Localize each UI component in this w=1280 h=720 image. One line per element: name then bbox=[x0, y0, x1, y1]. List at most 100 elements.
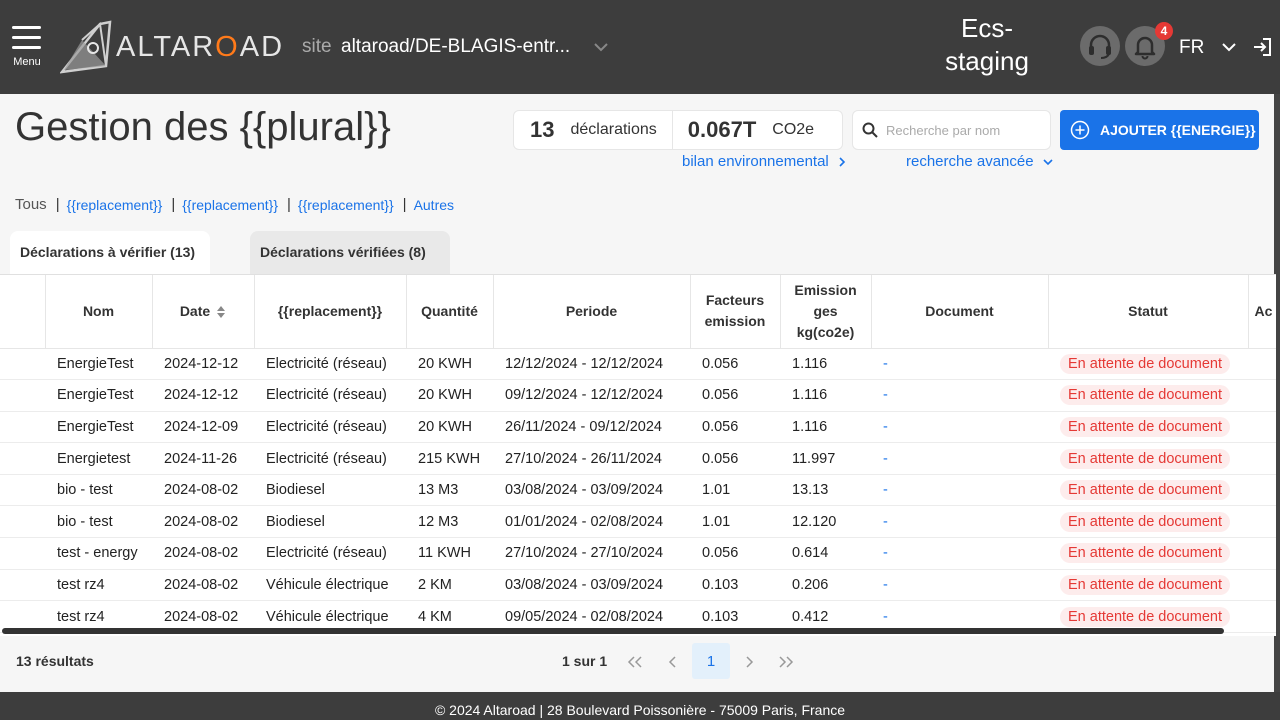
add-energy-button[interactable]: AJOUTER {{ENERGIE}} bbox=[1060, 110, 1259, 150]
table-row[interactable]: bio - test 2024-08-02 Biodiesel 12 M3 01/01/… bbox=[0, 505, 1276, 539]
cell-emission: 1.116 bbox=[780, 411, 871, 444]
filter-replacement-1[interactable]: {{replacement}} bbox=[67, 197, 163, 213]
column-date[interactable]: Date bbox=[152, 275, 255, 349]
filter-all[interactable]: Tous bbox=[15, 196, 47, 213]
chevron-down-icon[interactable] bbox=[1220, 38, 1238, 56]
cell-document[interactable]: - bbox=[871, 411, 1048, 444]
cell-document[interactable]: - bbox=[871, 569, 1048, 602]
row-actions-cell[interactable] bbox=[1248, 600, 1276, 633]
cell-document[interactable]: - bbox=[871, 505, 1048, 539]
double-chevron-right-icon bbox=[779, 656, 794, 668]
cell-statut: En attente de document bbox=[1048, 537, 1248, 570]
first-page-button[interactable] bbox=[617, 644, 653, 680]
add-button-label: AJOUTER {{ENERGIE}} bbox=[1100, 122, 1256, 138]
cell-document[interactable]: - bbox=[871, 348, 1048, 381]
cell-statut: En attente de document bbox=[1048, 569, 1248, 602]
row-actions-cell[interactable] bbox=[1248, 411, 1276, 444]
table-row[interactable]: test rz4 2024-08-02 Véhicule électrique 2 K… bbox=[0, 569, 1276, 602]
page-title: Gestion des {{plural}} bbox=[15, 105, 391, 149]
co2-total: 0.067T bbox=[687, 117, 757, 142]
cell-document[interactable]: - bbox=[871, 537, 1048, 570]
cell-date: 2024-08-02 bbox=[152, 537, 254, 570]
next-page-button[interactable] bbox=[731, 644, 767, 680]
cell-periode: 12/12/2024 - 12/12/2024 bbox=[493, 348, 690, 381]
chevron-left-icon bbox=[668, 656, 676, 668]
cell-facteur: 1.01 bbox=[690, 474, 780, 507]
cell-date: 2024-12-12 bbox=[152, 379, 254, 412]
column-emission-ges[interactable]: Emission ges kg(co2e) bbox=[780, 275, 872, 349]
table-row[interactable]: EnergieTest 2024-12-09 Electricité (réseau… bbox=[0, 411, 1276, 444]
environmental-report-link[interactable]: bilan environnemental bbox=[682, 153, 847, 170]
altaroad-logo[interactable]: ALTAROAD bbox=[60, 20, 284, 74]
cell-replacement: Biodiesel bbox=[254, 505, 406, 539]
previous-page-button[interactable] bbox=[655, 644, 691, 680]
cell-replacement: Electricité (réseau) bbox=[254, 537, 406, 570]
cell-replacement: Véhicule électrique bbox=[254, 569, 406, 602]
row-actions-cell[interactable] bbox=[1248, 474, 1276, 507]
filter-separator: | bbox=[171, 196, 176, 213]
cell-facteur: 0.056 bbox=[690, 537, 780, 570]
column-nom[interactable]: Nom bbox=[45, 275, 153, 349]
horizontal-scrollbar[interactable] bbox=[2, 628, 1224, 634]
last-page-button[interactable] bbox=[768, 644, 804, 680]
chevron-down-icon[interactable] bbox=[592, 38, 610, 56]
cell-date: 2024-11-26 bbox=[152, 442, 254, 475]
cell-document[interactable]: - bbox=[871, 474, 1048, 507]
sort-icon[interactable] bbox=[216, 305, 226, 319]
status-badge: En attente de document bbox=[1060, 511, 1230, 532]
chevron-right-icon bbox=[839, 156, 845, 167]
cell-nom: Energietest bbox=[45, 442, 152, 475]
language-selector[interactable]: FR bbox=[1179, 37, 1204, 59]
table-row[interactable]: bio - test 2024-08-02 Biodiesel 13 M3 03/08/… bbox=[0, 474, 1276, 507]
declarations-table: Nom Date {{replacement}} Quantité Period… bbox=[0, 274, 1276, 636]
row-actions-cell[interactable] bbox=[1248, 348, 1276, 381]
cell-document[interactable]: - bbox=[871, 379, 1048, 412]
environment-label: Ecs-staging bbox=[945, 13, 1029, 76]
menu-button[interactable]: Menu bbox=[12, 26, 42, 68]
cell-periode: 09/12/2024 - 12/12/2024 bbox=[493, 379, 690, 412]
filter-replacement-2[interactable]: {{replacement}} bbox=[182, 197, 278, 213]
cell-nom: EnergieTest bbox=[45, 348, 152, 381]
cell-statut: En attente de document bbox=[1048, 442, 1248, 475]
row-actions-cell[interactable] bbox=[1248, 569, 1276, 602]
cell-nom: bio - test bbox=[45, 474, 152, 507]
cell-emission: 13.13 bbox=[780, 474, 871, 507]
column-periode[interactable]: Periode bbox=[493, 275, 691, 349]
cell-replacement: Electricité (réseau) bbox=[254, 442, 406, 475]
tab-verified[interactable]: Déclarations vérifiées (8) bbox=[250, 231, 450, 274]
cell-quantite: 20 KWH bbox=[406, 379, 493, 412]
search-field[interactable] bbox=[852, 110, 1051, 150]
table-row[interactable]: EnergieTest 2024-12-12 Electricité (réseau… bbox=[0, 379, 1276, 412]
cell-date: 2024-08-02 bbox=[152, 569, 254, 602]
table-row[interactable]: Energietest 2024-11-26 Electricité (réseau… bbox=[0, 442, 1276, 475]
row-actions-cell[interactable] bbox=[1248, 442, 1276, 475]
column-facteurs-emission[interactable]: Facteurs emission bbox=[690, 275, 781, 349]
cell-emission: 0.614 bbox=[780, 537, 871, 570]
logout-icon[interactable] bbox=[1252, 37, 1272, 57]
support-button[interactable] bbox=[1080, 26, 1120, 66]
cell-statut: En attente de document bbox=[1048, 411, 1248, 444]
status-badge: En attente de document bbox=[1060, 543, 1230, 564]
cell-emission: 1.116 bbox=[780, 379, 871, 412]
cell-facteur: 0.056 bbox=[690, 411, 780, 444]
tab-to-verify[interactable]: Déclarations à vérifier (13) bbox=[10, 231, 210, 274]
column-statut[interactable]: Statut bbox=[1048, 275, 1249, 349]
row-actions-cell[interactable] bbox=[1248, 379, 1276, 412]
top-navbar: Menu ALTAROAD site altaroad/DE-BLAGIS-en… bbox=[0, 0, 1280, 94]
cell-document[interactable]: - bbox=[871, 442, 1048, 475]
advanced-search-toggle[interactable]: recherche avancée bbox=[906, 153, 1054, 170]
row-select-cell bbox=[0, 348, 45, 381]
search-input[interactable] bbox=[886, 122, 1046, 138]
site-selector[interactable]: altaroad/DE-BLAGIS-entr... bbox=[341, 36, 577, 58]
column-replacement[interactable]: {{replacement}} bbox=[254, 275, 407, 349]
divider bbox=[671, 110, 673, 150]
row-actions-cell[interactable] bbox=[1248, 537, 1276, 570]
filter-replacement-3[interactable]: {{replacement}} bbox=[298, 197, 394, 213]
filter-autres[interactable]: Autres bbox=[414, 197, 454, 213]
table-row[interactable]: EnergieTest 2024-12-12 Electricité (réseau… bbox=[0, 348, 1276, 381]
column-quantite[interactable]: Quantité bbox=[406, 275, 494, 349]
row-actions-cell[interactable] bbox=[1248, 505, 1276, 539]
column-document[interactable]: Document bbox=[871, 275, 1049, 349]
page-number-button[interactable]: 1 bbox=[692, 643, 730, 679]
table-row[interactable]: test - energy 2024-08-02 Electricité (rése… bbox=[0, 537, 1276, 570]
